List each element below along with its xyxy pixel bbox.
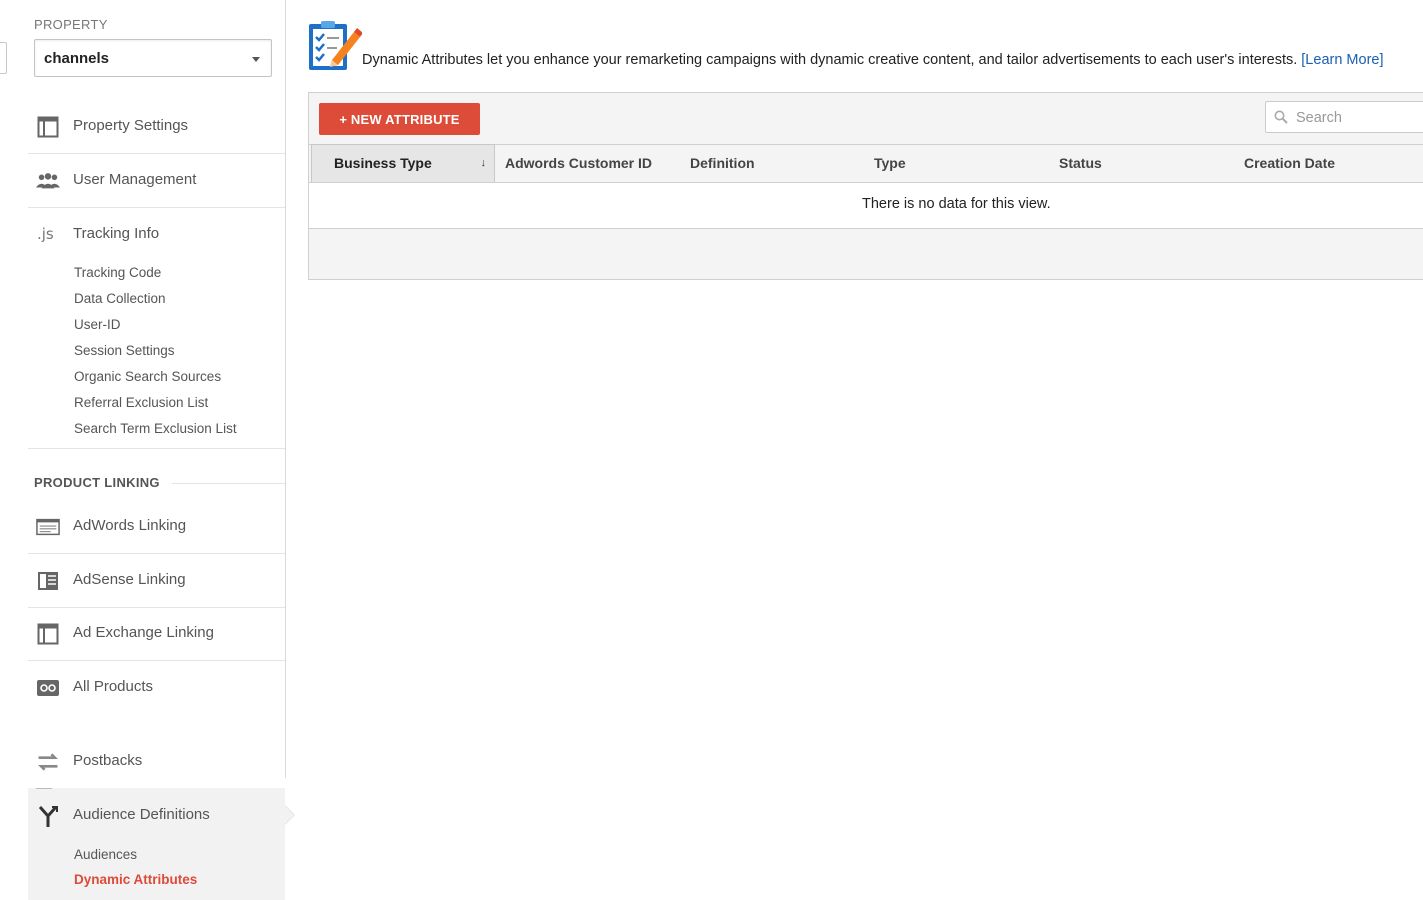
sidebar-item-audience-definitions[interactable]: Audience Definitions bbox=[28, 788, 285, 841]
empty-state-message: There is no data for this view. bbox=[862, 196, 1051, 212]
sidebar-item-label: All Products bbox=[73, 678, 154, 695]
sidebar-item-adwords-linking[interactable]: AdWords Linking bbox=[28, 500, 285, 554]
svg-text:.js: .js bbox=[37, 225, 54, 243]
column-header-creation-date[interactable]: Creation Date bbox=[1244, 145, 1335, 182]
sidebar-subitem-user-id[interactable]: User-ID bbox=[74, 317, 121, 332]
intro-text: Dynamic Attributes let you enhance your … bbox=[362, 52, 1384, 68]
divider bbox=[28, 448, 285, 449]
column-header-business-type[interactable]: Business Type ↓ bbox=[311, 144, 495, 182]
sidebar-item-label: Property Settings bbox=[73, 117, 189, 134]
sidebar-item-property-settings[interactable]: Property Settings bbox=[28, 100, 285, 154]
learn-more-link[interactable]: [Learn More] bbox=[1301, 52, 1383, 68]
adwords-icon bbox=[36, 515, 60, 539]
clipboard-pencil-icon bbox=[308, 20, 363, 74]
sidebar-item-label: Audience Definitions bbox=[73, 806, 210, 823]
sidebar-divider bbox=[285, 0, 286, 778]
sort-descending-icon: ↓ bbox=[480, 157, 487, 169]
column-header-label: Business Type bbox=[334, 155, 432, 171]
sidebar-subitem-dynamic-attributes[interactable]: Dynamic Attributes bbox=[74, 872, 197, 887]
adsense-icon bbox=[36, 569, 60, 593]
sidebar-item-user-management[interactable]: User Management bbox=[28, 154, 285, 208]
sidebar: PROPERTY channels Property Settings User… bbox=[0, 0, 285, 900]
property-select-value: channels bbox=[44, 50, 110, 67]
audience-definitions-section: Audience Definitions Audiences Dynamic A… bbox=[28, 788, 285, 900]
postbacks-icon bbox=[36, 750, 60, 774]
table-header-row: Business Type ↓ Adwords Customer ID Defi… bbox=[309, 144, 1423, 183]
sidebar-item-postbacks[interactable]: Postbacks bbox=[28, 735, 285, 788]
table-empty-row: There is no data for this view. bbox=[309, 183, 1423, 229]
new-attribute-button[interactable]: + NEW ATTRIBUTE bbox=[319, 103, 480, 135]
sidebar-subitem-search-term-exclusion-list[interactable]: Search Term Exclusion List bbox=[74, 421, 237, 436]
sidebar-item-label: AdSense Linking bbox=[73, 571, 186, 588]
caret-down-icon bbox=[252, 57, 260, 62]
sidebar-item-label: Postbacks bbox=[73, 752, 143, 769]
product-linking-caption: PRODUCT LINKING bbox=[34, 475, 160, 490]
column-header-status[interactable]: Status bbox=[1059, 145, 1102, 182]
sidebar-subitem-tracking-code[interactable]: Tracking Code bbox=[74, 265, 161, 280]
js-icon: .js bbox=[36, 223, 60, 247]
property-select[interactable]: channels bbox=[34, 39, 272, 77]
sidebar-subitem-audiences[interactable]: Audiences bbox=[74, 847, 137, 862]
table-footer bbox=[309, 229, 1423, 279]
column-header-definition[interactable]: Definition bbox=[690, 145, 755, 182]
column-header-type[interactable]: Type bbox=[874, 145, 906, 182]
property-caption: PROPERTY bbox=[34, 17, 108, 32]
intro-description: Dynamic Attributes let you enhance your … bbox=[362, 52, 1298, 68]
search-box[interactable] bbox=[1265, 101, 1423, 133]
sidebar-subitem-session-settings[interactable]: Session Settings bbox=[74, 343, 175, 358]
sidebar-item-label: Tracking Info bbox=[73, 225, 160, 242]
ad-exchange-icon bbox=[36, 622, 60, 646]
sidebar-item-tracking-info[interactable]: .js Tracking Info bbox=[28, 208, 285, 261]
sidebar-subitem-referral-exclusion-list[interactable]: Referral Exclusion List bbox=[74, 395, 208, 410]
search-input[interactable] bbox=[1294, 106, 1423, 130]
sidebar-item-all-products[interactable]: All Products bbox=[28, 661, 285, 714]
sidebar-item-adsense-linking[interactable]: AdSense Linking bbox=[28, 554, 285, 608]
sidebar-item-label: User Management bbox=[73, 171, 197, 188]
window-icon bbox=[36, 115, 60, 139]
table-toolbar: + NEW ATTRIBUTE bbox=[309, 93, 1423, 145]
users-icon bbox=[36, 169, 60, 193]
sidebar-subitem-organic-search-sources[interactable]: Organic Search Sources bbox=[74, 369, 221, 384]
sidebar-item-label: AdWords Linking bbox=[73, 517, 187, 534]
dynamic-attributes-table: + NEW ATTRIBUTE Business Type ↓ Adwords … bbox=[308, 92, 1423, 280]
divider bbox=[172, 483, 285, 484]
sidebar-item-label: Ad Exchange Linking bbox=[73, 624, 214, 641]
sidebar-subitem-data-collection[interactable]: Data Collection bbox=[74, 291, 166, 306]
audience-fork-icon bbox=[36, 804, 60, 833]
active-section-pointer bbox=[285, 806, 294, 824]
all-products-icon bbox=[36, 676, 60, 700]
intro-banner: Dynamic Attributes let you enhance your … bbox=[308, 20, 1408, 76]
sidebar-item-ad-exchange-linking[interactable]: Ad Exchange Linking bbox=[28, 607, 285, 661]
search-icon bbox=[1274, 110, 1288, 129]
column-header-adwords-customer-id[interactable]: Adwords Customer ID bbox=[505, 145, 652, 182]
